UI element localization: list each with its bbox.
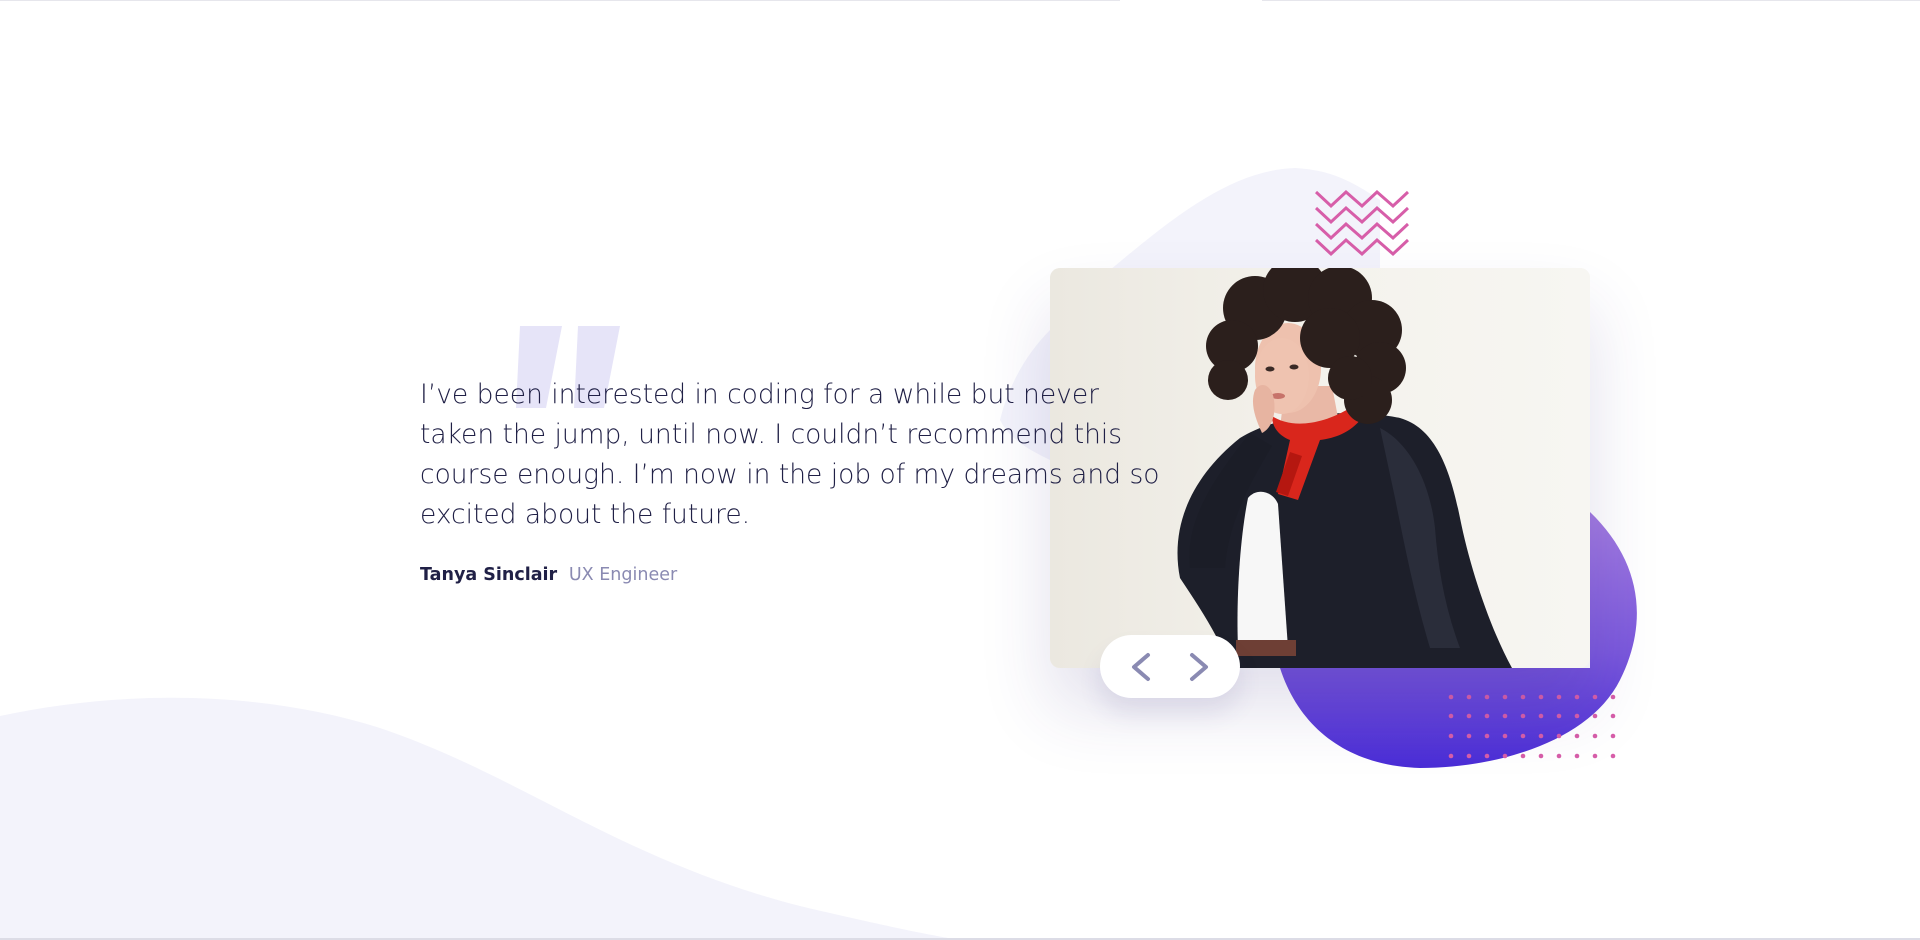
chevron-left-icon[interactable] xyxy=(1122,649,1162,685)
author-role: UX Engineer xyxy=(568,565,678,585)
zigzag-pattern-icon xyxy=(1315,190,1409,257)
chevron-right-icon[interactable] xyxy=(1178,649,1218,685)
testimonial-attribution: Tanya Sinclair UX Engineer xyxy=(420,563,1160,587)
testimonial: I’ve been interested in coding for a whi… xyxy=(420,375,1160,587)
dots-pattern-icon xyxy=(1448,694,1616,759)
testimonial-quote: I’ve been interested in coding for a whi… xyxy=(420,379,1160,530)
page: I’ve been interested in coding for a whi… xyxy=(0,0,1920,940)
slider-controls xyxy=(1100,635,1240,698)
author-name: Tanya Sinclair xyxy=(420,565,558,585)
bottom-wave xyxy=(0,697,960,940)
